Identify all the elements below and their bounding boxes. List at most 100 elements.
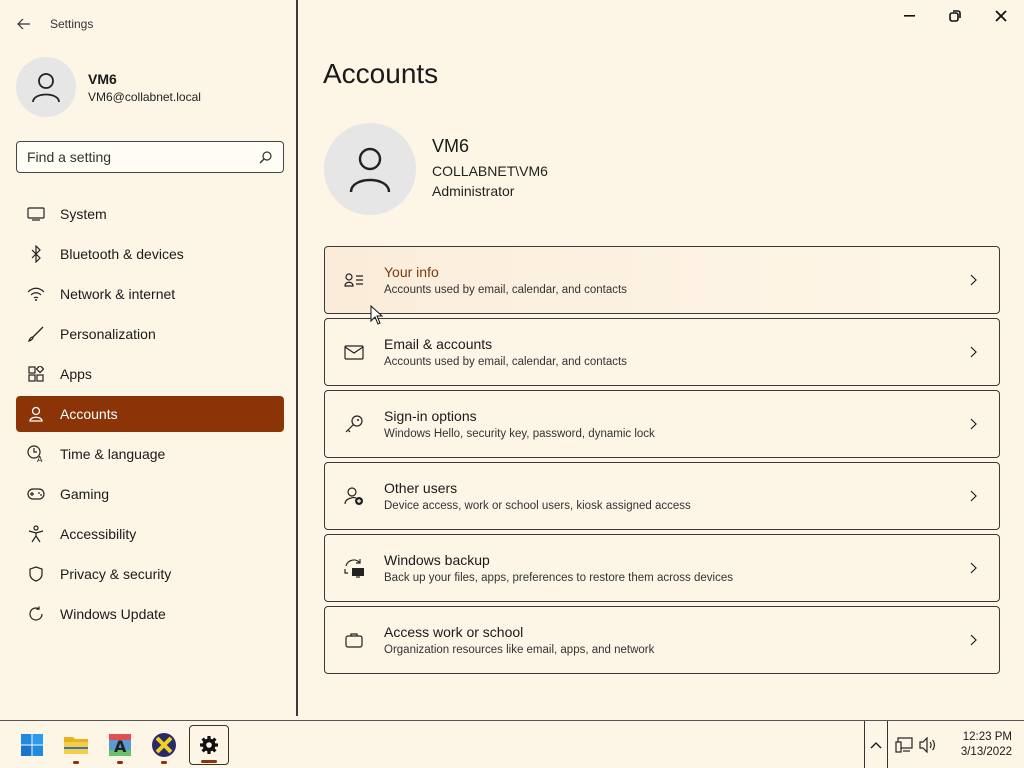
file-explorer-icon <box>64 737 88 754</box>
update-icon <box>26 604 46 624</box>
search-icon[interactable] <box>257 149 273 165</box>
sidebar-item-privacy[interactable]: Privacy & security <box>16 556 284 592</box>
apps-icon <box>26 364 46 384</box>
card-title: Windows backup <box>384 552 490 568</box>
app-title: Settings <box>50 17 94 31</box>
taskbar-x-app[interactable] <box>144 725 184 765</box>
sidebar-item-label: Personalization <box>60 326 156 342</box>
minimize-icon <box>904 15 915 17</box>
running-indicator <box>73 761 79 764</box>
volume-tray-icon[interactable] <box>918 735 938 755</box>
svg-text:A: A <box>37 455 43 463</box>
briefcase-icon <box>343 629 365 651</box>
sidebar-item-bluetooth[interactable]: Bluetooth & devices <box>16 236 284 272</box>
profile-header: VM6 COLLABNET\VM6 Administrator <box>324 123 548 215</box>
running-indicator <box>201 760 217 763</box>
taskbar-file-explorer[interactable] <box>56 725 96 765</box>
brush-icon <box>26 324 46 344</box>
chevron-right-icon <box>965 560 981 576</box>
card-title: Email & accounts <box>384 336 493 352</box>
user-name: VM6 <box>88 70 117 87</box>
sidebar-item-network[interactable]: Network & internet <box>16 276 284 312</box>
taskbar-settings[interactable] <box>189 725 229 765</box>
chevron-right-icon <box>965 632 981 648</box>
card-sign-in-options[interactable]: Sign-in options Windows Hello, security k… <box>324 390 1000 458</box>
shield-icon <box>26 564 46 584</box>
sidebar-item-time-language[interactable]: A Time & language <box>16 436 284 472</box>
show-hidden-icons-button[interactable] <box>864 721 888 768</box>
profile-role: Administrator <box>432 182 515 199</box>
mouse-cursor-icon <box>370 305 384 325</box>
sidebar-item-label: Gaming <box>60 486 110 502</box>
sidebar-item-label: Privacy & security <box>60 566 172 582</box>
minimize-button[interactable] <box>898 4 922 28</box>
sidebar-item-label: System <box>60 206 107 222</box>
card-title: Other users <box>384 480 458 496</box>
contact-card-icon <box>343 269 365 291</box>
sidebar-item-apps[interactable]: Apps <box>16 356 284 392</box>
sidebar-item-accessibility[interactable]: Accessibility <box>16 516 284 552</box>
chevron-right-icon <box>965 416 981 432</box>
card-access-work-school[interactable]: Access work or school Organization resour… <box>324 606 1000 674</box>
taskbar-font-app[interactable]: A <box>100 725 140 765</box>
sidebar-item-personalization[interactable]: Personalization <box>16 316 284 352</box>
running-indicator <box>117 761 123 764</box>
sidebar-user[interactable]: VM6 VM6@collabnet.local <box>16 57 201 117</box>
gamepad-icon <box>26 484 46 504</box>
search-box[interactable] <box>16 141 284 173</box>
settings-gear-icon <box>200 736 218 754</box>
sidebar-item-accounts[interactable]: Accounts <box>16 396 284 432</box>
card-subtitle: Organization resources like email, apps,… <box>384 644 655 656</box>
card-subtitle: Accounts used by email, calendar, and co… <box>384 356 627 368</box>
monitor-icon <box>26 204 46 224</box>
title-bar: Settings <box>16 14 93 34</box>
settings-cards: Your info Accounts used by email, calenda… <box>324 246 1000 678</box>
start-icon <box>21 734 43 756</box>
font-app-icon: A <box>109 734 131 756</box>
sidebar-item-label: Time & language <box>60 446 166 462</box>
sidebar-item-label: Apps <box>60 366 92 382</box>
sidebar-item-label: Windows Update <box>60 606 166 622</box>
add-user-icon <box>343 485 365 507</box>
sidebar-item-gaming[interactable]: Gaming <box>16 476 284 512</box>
card-your-info[interactable]: Your info Accounts used by email, calenda… <box>324 246 1000 314</box>
profile-domain-user: COLLABNET\VM6 <box>432 162 548 179</box>
close-icon <box>995 10 1007 22</box>
start-button[interactable] <box>12 725 52 765</box>
accessibility-icon <box>26 524 46 544</box>
search-input[interactable] <box>27 149 257 165</box>
bluetooth-icon <box>26 244 46 264</box>
back-arrow-icon[interactable] <box>16 16 32 32</box>
speaker-icon <box>919 737 935 753</box>
taskbar-clock[interactable]: 12:23 PM 3/13/2022 <box>946 730 1012 760</box>
chevron-right-icon <box>965 272 981 288</box>
svg-text:A: A <box>114 737 127 756</box>
sidebar-item-system[interactable]: System <box>16 196 284 232</box>
restore-button[interactable] <box>943 4 967 28</box>
close-button[interactable] <box>989 4 1013 28</box>
person-icon <box>32 73 60 103</box>
sidebar-item-windows-update[interactable]: Windows Update <box>16 596 284 632</box>
globe-clock-icon: A <box>26 444 46 464</box>
clock-date: 3/13/2022 <box>960 746 1012 758</box>
sidebar-item-label: Bluetooth & devices <box>60 246 184 262</box>
card-windows-backup[interactable]: Windows backup Back up your files, apps, … <box>324 534 1000 602</box>
card-email-accounts[interactable]: Email & accounts Accounts used by email, … <box>324 318 1000 386</box>
card-subtitle: Accounts used by email, calendar, and co… <box>384 284 627 296</box>
card-other-users[interactable]: Other users Device access, work or school… <box>324 462 1000 530</box>
taskbar: A 12:23 PM 3/13/2022 <box>0 720 1024 768</box>
profile-name: VM6 <box>432 135 470 156</box>
sidebar-item-label: Network & internet <box>60 286 176 302</box>
avatar[interactable] <box>324 123 416 215</box>
card-title: Sign-in options <box>384 408 477 424</box>
card-title: Access work or school <box>384 624 524 640</box>
wifi-icon <box>26 284 46 304</box>
card-subtitle: Windows Hello, security key, password, d… <box>384 428 655 440</box>
person-icon <box>349 147 391 193</box>
sidebar: Settings VM6 VM6@collabnet.local System … <box>0 0 298 716</box>
network-tray-icon[interactable] <box>894 735 914 755</box>
person-icon <box>26 404 46 424</box>
card-subtitle: Device access, work or school users, kio… <box>384 500 691 512</box>
page-title: Accounts <box>323 58 439 89</box>
chevron-up-icon <box>870 741 882 748</box>
